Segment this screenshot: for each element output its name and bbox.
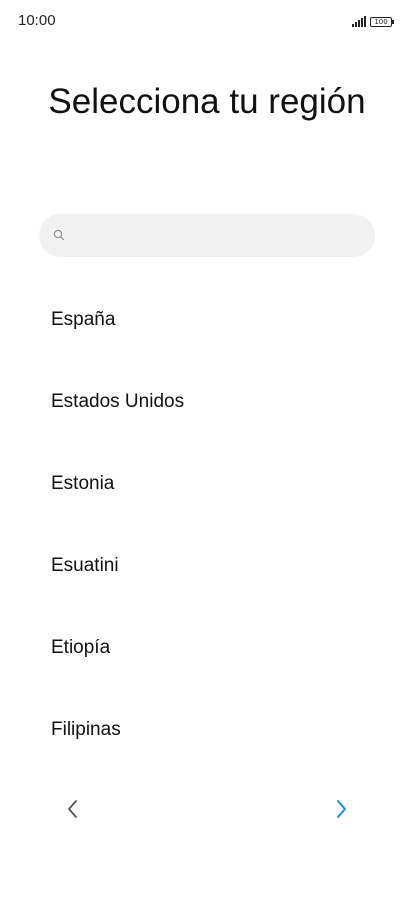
chevron-left-icon xyxy=(68,800,77,818)
search-icon xyxy=(53,229,65,241)
region-item-estados-unidos[interactable]: Estados Unidos xyxy=(0,361,414,443)
back-button[interactable] xyxy=(60,795,86,823)
region-list: España Estados Unidos Estonia Esuatini E… xyxy=(0,279,414,771)
status-bar: 10:00 100 xyxy=(0,0,414,40)
page-title: Selecciona tu región xyxy=(48,82,366,121)
region-item-esuatini[interactable]: Esuatini xyxy=(0,525,414,607)
status-icons: 100 xyxy=(352,13,394,27)
battery-icon: 100 xyxy=(370,17,394,27)
chevron-right-icon xyxy=(337,800,346,818)
search-input[interactable] xyxy=(73,214,367,259)
region-item-filipinas[interactable]: Filipinas xyxy=(0,689,414,771)
signal-icon xyxy=(352,15,366,27)
status-time: 10:00 xyxy=(18,12,56,29)
region-item-etiopia[interactable]: Etiopía xyxy=(0,607,414,689)
next-button[interactable] xyxy=(328,795,354,823)
region-item-estonia[interactable]: Estonia xyxy=(0,443,414,525)
region-item-espana[interactable]: España xyxy=(0,279,414,361)
search-box[interactable] xyxy=(39,214,375,259)
